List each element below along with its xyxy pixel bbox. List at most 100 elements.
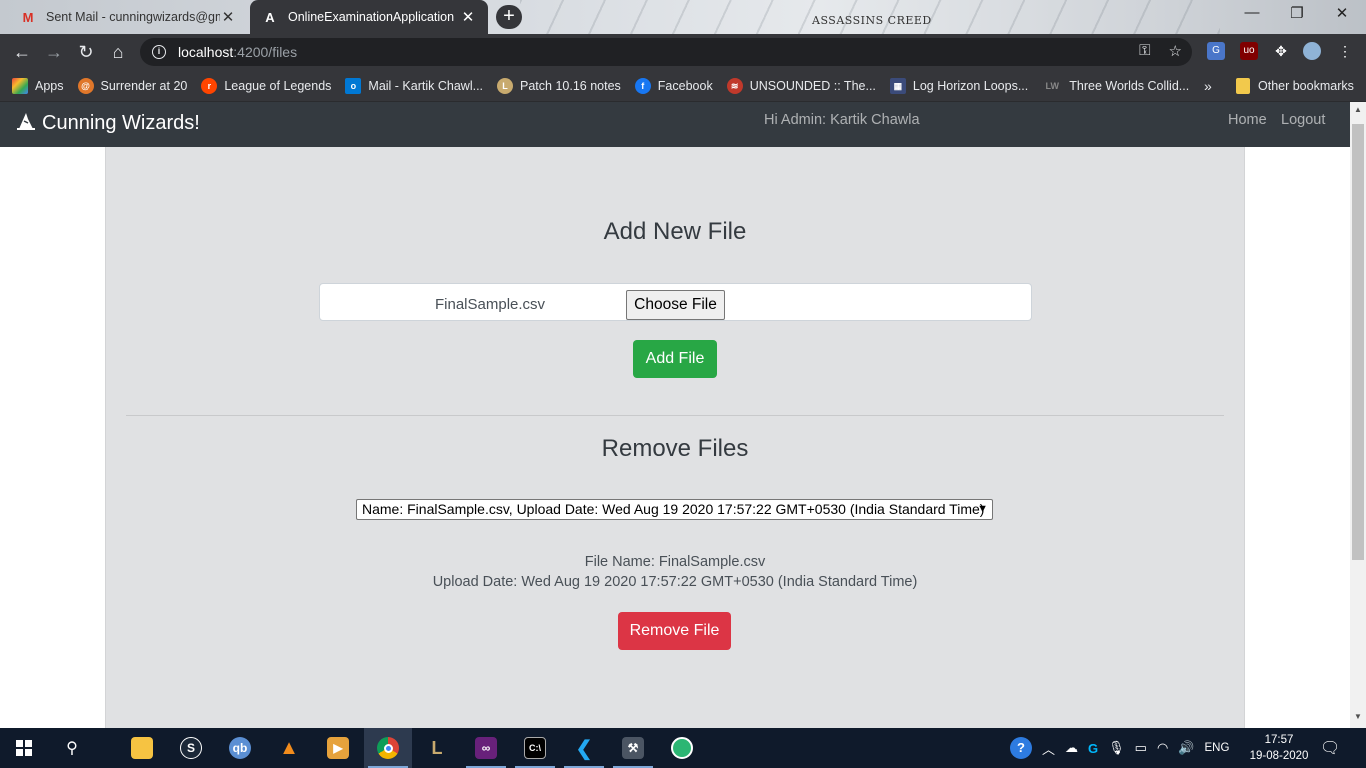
taskbar-qbittorrent[interactable]: qb [216,728,264,768]
scrollbar-thumb[interactable] [1352,124,1364,560]
bookmark-surrender[interactable]: @ Surrender at 20 [77,77,187,94]
microphone-icon[interactable]: 🎙 [1108,740,1125,756]
league-icon: L [497,77,514,94]
navbar: Cunning Wizards! Hi Admin: Kartik Chawla… [0,102,1350,147]
unsounded-icon: ≋ [726,77,743,94]
taskbar-tools[interactable]: ⚒ [609,728,657,768]
upload-date-info: Upload Date: Wed Aug 19 2020 17:57:22 GM… [432,574,918,590]
close-tab-icon[interactable]: ✕ [460,8,476,26]
steam-icon: S [180,737,202,759]
tab-sent-mail[interactable]: M Sent Mail - cunningwizards@gm ✕ [8,0,248,34]
reload-icon[interactable]: ↻ [70,42,102,63]
battery-icon[interactable]: ▭ [1135,740,1147,756]
more-bookmarks-icon[interactable]: » [1204,78,1212,94]
notifications-icon[interactable]: 🗨 [1320,738,1340,758]
file-select-dropdown[interactable]: Name: FinalSample.csv, Upload Date: Wed … [356,499,993,520]
brand-text: Cunning Wizards! [42,112,200,134]
back-icon[interactable]: ← [6,42,38,63]
wizard-hat-icon [16,111,36,136]
close-window-button[interactable]: ✕ [1322,4,1362,26]
bookmark-three-worlds[interactable]: LW Three Worlds Collid... [1042,78,1190,94]
media-player-icon: ▶ [327,737,349,759]
taskbar-visual-studio[interactable]: ∞ [462,728,510,768]
url-host: localhost [178,44,234,60]
taskbar-vscode[interactable]: ❮ [560,728,608,768]
gmail-icon: M [22,9,34,25]
key-icon[interactable]: ⚿ [1139,42,1150,60]
bookmark-log-horizon[interactable]: ▦ Log Horizon Loops... [889,77,1028,94]
taskbar-terminal[interactable]: C:\ [511,728,559,768]
extensions-puzzle-icon[interactable]: ✥ [1272,42,1290,60]
clock-time: 17:57 [1264,734,1294,746]
site-info-icon[interactable]: i [152,45,166,59]
file-input-group[interactable]: FinalSample.csv Choose File [319,283,1032,321]
scroll-up-arrow-icon[interactable]: ▲ [1354,105,1362,114]
tab-title: Sent Mail - cunningwizards@gm [46,10,220,24]
tab-online-exam[interactable]: A OnlineExaminationApplication ✕ [250,0,488,34]
bookmark-star-icon[interactable]: ☆ [1169,42,1182,60]
taskbar-media-player[interactable]: ▶ [314,728,362,768]
taskbar-file-explorer[interactable] [118,728,166,768]
remove-file-button[interactable]: Remove File [618,612,731,650]
terminal-icon: C:\ [524,737,546,759]
wallpaper-logo: ASSASSINS CREED [812,14,932,27]
file-name-info: File Name: FinalSample.csv [584,554,766,570]
apps-grid-icon [12,77,28,94]
other-bookmarks[interactable]: Other bookmarks [1236,78,1354,94]
page-content: Cunning Wizards! Hi Admin: Kartik Chawla… [0,102,1350,728]
bookmark-league-reddit[interactable]: r League of Legends [201,77,331,94]
restore-button[interactable]: ❐ [1277,4,1317,26]
url-bar[interactable]: i localhost:4200/files ⚿ ☆ [140,38,1192,66]
bookmarks-bar: Apps @ Surrender at 20 r League of Legends… [0,70,1366,102]
start-button[interactable] [0,728,48,768]
add-file-button[interactable]: Add File [633,340,717,378]
app-circle-icon [671,737,693,759]
reddit-icon: r [201,77,218,94]
taskbar-chrome[interactable] [364,728,412,768]
ublock-extension-icon[interactable]: uo [1240,42,1258,60]
menu-kebab-icon[interactable]: ⋮ [1336,42,1354,60]
bookmark-unsounded[interactable]: ≋ UNSOUNDED :: The... [726,77,876,94]
system-tray: ? ︿ ☁ G 🎙 ▭ ◠ 🔊 ENG [1010,728,1229,768]
bookmark-apps[interactable]: Apps [12,77,64,94]
facebook-icon: f [634,77,651,94]
volume-icon[interactable]: 🔊 [1178,740,1194,756]
minimize-button[interactable]: — [1232,4,1272,26]
translate-extension-icon[interactable]: G [1207,42,1225,60]
logitech-icon[interactable]: G [1088,741,1098,756]
bookmark-mail[interactable]: o Mail - Kartik Chawl... [345,77,483,94]
profile-avatar[interactable] [1303,42,1321,60]
page-scrollbar[interactable]: ▲ ▼ [1350,102,1366,728]
forward-icon[interactable]: → [38,42,70,63]
scroll-down-arrow-icon[interactable]: ▼ [1354,712,1362,721]
onedrive-icon[interactable]: ☁ [1065,740,1078,756]
league-client-icon: L [431,737,443,758]
taskbar-app[interactable] [658,728,706,768]
nav-logout-link[interactable]: Logout [1281,112,1325,128]
taskbar-league-client[interactable]: L [413,728,461,768]
selected-option: Name: FinalSample.csv, Upload Date: Wed … [362,501,985,517]
language-indicator[interactable]: ENG [1204,742,1229,754]
add-file-heading: Add New File [603,218,747,245]
tools-icon: ⚒ [622,737,644,759]
taskbar-steam[interactable]: S [167,728,215,768]
bookmark-patch-notes[interactable]: L Patch 10.16 notes [497,77,621,94]
navbar-brand[interactable]: Cunning Wizards! [16,111,200,136]
help-icon[interactable]: ? [1010,737,1032,759]
bookmark-facebook[interactable]: f Facebook [634,77,713,94]
show-hidden-icons[interactable]: ︿ [1042,739,1055,758]
clock[interactable]: 17:57 19-08-2020 [1246,732,1312,764]
admin-greeting: Hi Admin: Kartik Chawla [764,112,920,128]
windows-taskbar: ⚲ S qb ▲ ▶ L ∞ C:\ ❮ ⚒ ? ︿ ☁ G 🎙 ▭ ◠ 🔊 E… [0,728,1366,768]
search-button[interactable]: ⚲ [48,728,96,768]
file-explorer-icon [131,737,153,759]
home-icon[interactable]: ⌂ [102,42,134,63]
close-tab-icon[interactable]: ✕ [220,8,236,26]
folder-icon [1236,78,1250,94]
search-icon: ⚲ [66,740,78,757]
choose-file-button[interactable]: Choose File [626,290,725,320]
wifi-icon[interactable]: ◠ [1157,740,1168,756]
new-tab-button[interactable]: + [496,5,522,29]
taskbar-vlc[interactable]: ▲ [265,728,313,768]
nav-home-link[interactable]: Home [1228,112,1267,128]
